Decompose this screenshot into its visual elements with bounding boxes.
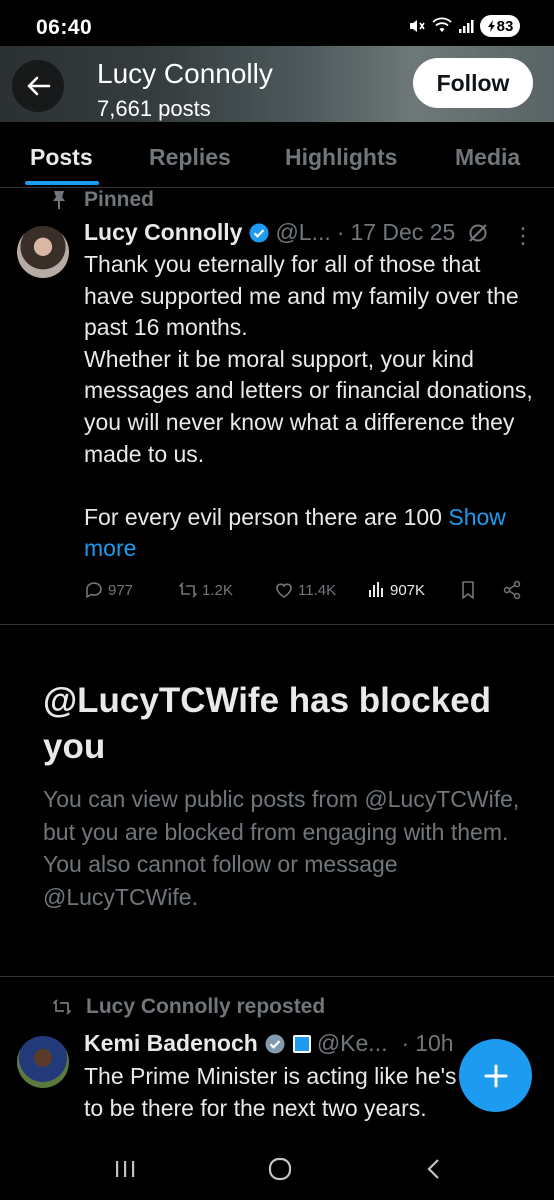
avatar[interactable]	[17, 1036, 69, 1088]
separator-dot: ·	[336, 219, 345, 245]
arrow-left-icon	[27, 76, 51, 96]
charging-icon	[487, 20, 495, 32]
repost-icon	[53, 999, 71, 1015]
home-circle-icon	[268, 1157, 292, 1181]
recent-apps-button[interactable]	[105, 1154, 145, 1184]
compose-post-button[interactable]	[459, 1039, 532, 1112]
pin-icon	[53, 191, 65, 209]
profile-tabs: Posts Replies Highlights Media	[0, 122, 554, 188]
divider	[0, 976, 554, 977]
status-bar: 06:40 83	[0, 0, 554, 46]
like-count: 11.4K	[298, 581, 337, 599]
profile-header: Lucy Connolly 7,661 posts Follow	[0, 46, 554, 122]
status-time: 06:40	[36, 16, 93, 39]
post-body-text: Thank you eternally for all of those tha…	[84, 251, 533, 530]
tab-media[interactable]: Media	[455, 144, 520, 171]
author-name[interactable]: Kemi Badenoch	[84, 1030, 258, 1057]
tab-highlights[interactable]: Highlights	[285, 144, 397, 171]
heart-icon	[276, 583, 292, 598]
repost-button[interactable]: 1.2K	[178, 580, 233, 600]
share-icon	[503, 580, 521, 600]
post-text[interactable]: Thank you eternally for all of those tha…	[84, 249, 536, 565]
more-options-icon[interactable]: ⋮	[512, 223, 534, 249]
avatar[interactable]	[17, 226, 69, 278]
reply-button[interactable]: 977	[84, 580, 133, 600]
author-handle[interactable]: @L...	[275, 219, 330, 246]
post-count: 7,661 posts	[97, 96, 211, 121]
post-time[interactable]: 10h	[415, 1030, 453, 1057]
verified-badge-icon	[249, 223, 269, 242]
repost-label-row: Lucy Connolly reposted	[52, 995, 325, 1019]
bookmark-button[interactable]	[458, 580, 478, 600]
profile-name: Lucy Connolly	[97, 58, 273, 89]
plus-icon	[484, 1064, 507, 1087]
wifi-icon	[432, 17, 452, 32]
repost-count: 1.2K	[202, 581, 233, 599]
repost-icon	[179, 582, 197, 598]
blocked-title: @LucyTCWife has blocked you	[43, 681, 492, 766]
blocked-description: You can view public posts from @LucyTCWi…	[43, 786, 520, 910]
separator-dot: ·	[401, 1030, 410, 1056]
divider	[0, 624, 554, 625]
bookmark-icon	[462, 581, 474, 599]
home-button[interactable]	[260, 1154, 300, 1184]
repost-label[interactable]: Lucy Connolly reposted	[86, 995, 325, 1019]
battery-indicator: 83	[480, 15, 520, 37]
view-count: 907K	[390, 581, 426, 599]
views-icon	[369, 582, 383, 597]
post-date[interactable]: 17 Dec 25	[350, 219, 455, 246]
pinned-label-row: Pinned	[52, 188, 154, 212]
post-header: Kemi Badenoch @Ke... · 10h	[84, 1030, 454, 1057]
post-actions: 977 1.2K 11.4K 907K	[84, 580, 536, 604]
recents-icon	[116, 1161, 135, 1177]
reply-icon	[86, 582, 102, 598]
signal-icon	[459, 20, 474, 33]
author-handle[interactable]: @Ke...	[317, 1030, 388, 1057]
views-button[interactable]: 907K	[366, 580, 425, 600]
reply-count: 977	[108, 581, 134, 599]
active-tab-indicator	[25, 181, 99, 185]
share-button[interactable]	[502, 580, 522, 600]
system-nav-bar	[0, 1136, 554, 1200]
status-icons: 83	[408, 15, 520, 37]
back-button[interactable]	[12, 60, 64, 112]
tab-replies[interactable]: Replies	[149, 144, 231, 171]
mute-icon	[410, 20, 425, 32]
grok-icon[interactable]	[467, 222, 489, 244]
author-name[interactable]: Lucy Connolly	[84, 219, 242, 246]
back-nav-button[interactable]	[414, 1154, 454, 1184]
affiliate-badge-icon	[292, 1034, 311, 1053]
verified-badge-grey-icon	[265, 1034, 285, 1053]
pinned-label: Pinned	[84, 188, 155, 211]
battery-level: 83	[496, 17, 514, 35]
chevron-left-icon	[427, 1159, 439, 1179]
follow-button[interactable]: Follow	[413, 58, 533, 108]
like-button[interactable]: 11.4K	[274, 580, 336, 600]
tab-posts[interactable]: Posts	[30, 144, 93, 171]
post-header: Lucy Connolly @L... · 17 Dec 25	[84, 219, 489, 246]
